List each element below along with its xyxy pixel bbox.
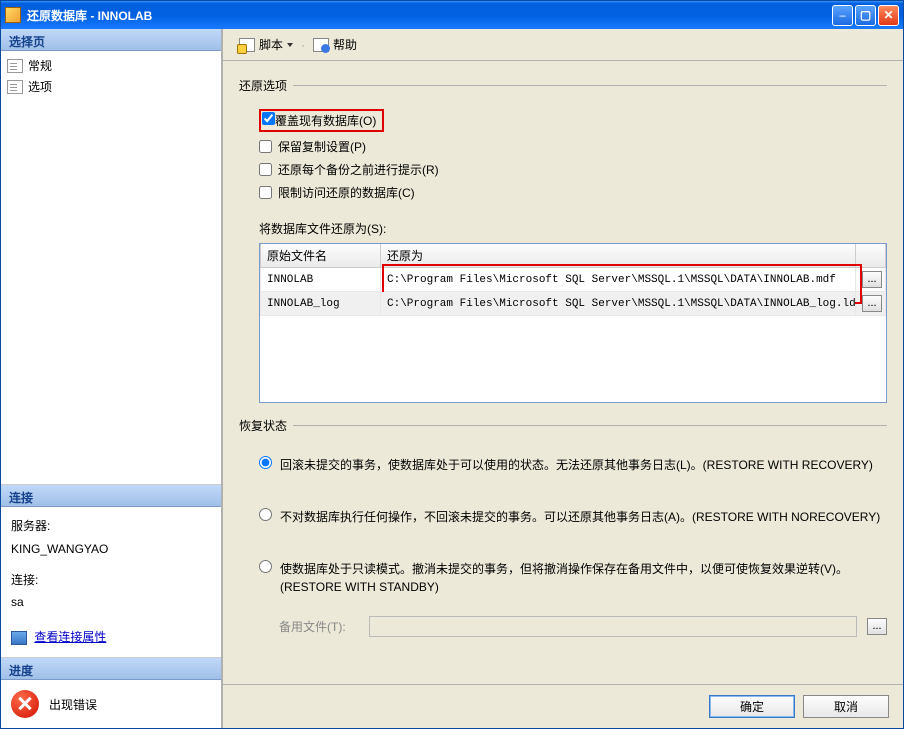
restrict-label[interactable]: 限制访问还原的数据库(C) — [278, 184, 415, 201]
sidebar: 选择页 常规 选项 连接 服务器: KING_WANGYAO 连接: — [1, 29, 223, 728]
app-icon — [5, 7, 21, 23]
files-table: 原始文件名 还原为 INNOLAB C:\Program Files\Micro… — [259, 243, 887, 403]
properties-icon — [11, 631, 27, 645]
file-name-cell: INNOLAB_log — [261, 292, 381, 316]
norecovery-radio[interactable] — [259, 508, 272, 521]
server-label: 服务器: — [11, 515, 211, 538]
progress-header: 进度 — [1, 658, 221, 680]
preserve-checkbox[interactable] — [259, 140, 272, 153]
col-original[interactable]: 原始文件名 — [261, 244, 381, 268]
dialog-window: 还原数据库 - INNOLAB – ▢ ✕ 选择页 常规 选项 连接 — [0, 0, 904, 729]
script-label: 脚本 — [259, 36, 283, 53]
recovery-label[interactable]: 回滚未提交的事务，使数据库处于可以使用的状态。无法还原其他事务日志(L)。(RE… — [280, 456, 873, 474]
connection-header: 连接 — [1, 485, 221, 507]
page-icon — [7, 59, 23, 73]
pages-header: 选择页 — [1, 29, 221, 51]
chevron-down-icon — [287, 43, 293, 47]
standby-browse-button: ... — [867, 618, 887, 635]
connection-value: sa — [11, 591, 211, 614]
restore-options-group: 还原选项 — [239, 79, 293, 93]
connection-label: 连接: — [11, 569, 211, 592]
page-icon — [7, 80, 23, 94]
dialog-footer: 确定 取消 — [223, 684, 903, 728]
file-name-cell: INNOLAB — [261, 268, 381, 292]
help-icon — [313, 38, 329, 52]
close-button[interactable]: ✕ — [878, 5, 899, 26]
titlebar[interactable]: 还原数据库 - INNOLAB – ▢ ✕ — [1, 1, 903, 29]
minimize-button[interactable]: – — [832, 5, 853, 26]
help-button[interactable]: 帮助 — [309, 33, 361, 56]
server-value: KING_WANGYAO — [11, 538, 211, 561]
overwrite-highlight: 覆盖现有数据库(O) — [259, 109, 384, 132]
sidebar-item-label: 常规 — [28, 57, 52, 74]
norecovery-label[interactable]: 不对数据库执行任何操作，不回滚未提交的事务。可以还原其他事务日志(A)。(RES… — [280, 508, 880, 526]
recovery-radio[interactable] — [259, 456, 272, 469]
ok-button[interactable]: 确定 — [709, 695, 795, 718]
table-row[interactable]: INNOLAB_log C:\Program Files\Microsoft S… — [261, 292, 886, 316]
overwrite-label[interactable]: 覆盖现有数据库(O) — [275, 112, 376, 129]
standby-file-label: 备用文件(T): — [279, 618, 359, 635]
restore-files-label: 将数据库文件还原为(S): — [239, 208, 887, 243]
standby-radio[interactable] — [259, 560, 272, 573]
browse-button[interactable]: ... — [862, 295, 882, 312]
prompt-checkbox[interactable] — [259, 163, 272, 176]
toolbar: 脚本 · 帮助 — [223, 29, 903, 61]
table-row[interactable]: INNOLAB C:\Program Files\Microsoft SQL S… — [261, 268, 886, 292]
col-restore-as[interactable]: 还原为 — [381, 244, 856, 268]
sidebar-item-label: 选项 — [28, 78, 52, 95]
error-icon — [11, 690, 39, 718]
script-button[interactable]: 脚本 — [235, 33, 297, 56]
restrict-checkbox[interactable] — [259, 186, 272, 199]
overwrite-checkbox[interactable] — [262, 112, 275, 125]
standby-label[interactable]: 使数据库处于只读模式。撤消未提交的事务，但将撤消操作保存在备用文件中，以便可使恢… — [280, 560, 887, 596]
standby-file-input — [369, 616, 857, 637]
recovery-state-group: 恢复状态 — [239, 419, 293, 433]
view-connection-properties[interactable]: 查看连接属性 — [11, 626, 211, 649]
preserve-label[interactable]: 保留复制设置(P) — [278, 138, 366, 155]
sidebar-page-general[interactable]: 常规 — [7, 55, 215, 76]
prompt-label[interactable]: 还原每个备份之前进行提示(R) — [278, 161, 439, 178]
browse-button[interactable]: ... — [862, 271, 882, 288]
script-icon — [239, 38, 255, 52]
error-text: 出现错误 — [49, 696, 97, 713]
maximize-button[interactable]: ▢ — [855, 5, 876, 26]
file-path-cell[interactable]: C:\Program Files\Microsoft SQL Server\MS… — [381, 268, 856, 292]
window-title: 还原数据库 - INNOLAB — [27, 7, 832, 24]
sidebar-page-options[interactable]: 选项 — [7, 76, 215, 97]
cancel-button[interactable]: 取消 — [803, 695, 889, 718]
file-path-cell[interactable]: C:\Program Files\Microsoft SQL Server\MS… — [381, 292, 856, 316]
help-label: 帮助 — [333, 36, 357, 53]
view-connection-link[interactable]: 查看连接属性 — [34, 630, 106, 644]
